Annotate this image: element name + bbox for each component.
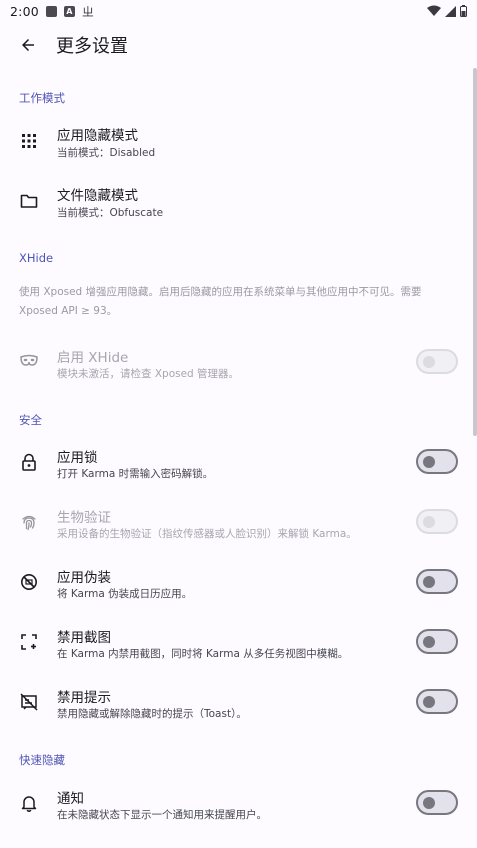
pref-title: 生物验证 bbox=[57, 510, 111, 526]
switch-thumb bbox=[423, 796, 435, 809]
pref-title: 启用 XHide bbox=[57, 350, 129, 366]
pref-file-hide-mode[interactable]: 文件隐藏模式 当前模式：Obfuscate bbox=[0, 170, 477, 230]
pref-disable-screenshot[interactable]: 禁用截图 在 Karma 内禁用截图，同时将 Karma 从多任务视图中模糊。 bbox=[0, 612, 477, 672]
pref-title: 禁用提示 bbox=[57, 690, 111, 706]
folder-icon bbox=[18, 190, 40, 212]
xhide-description: 使用 Xposed 增强应用隐藏。启用后隐藏的应用在系统菜单与其他应用中不可见。… bbox=[19, 286, 422, 317]
screenshot-icon bbox=[18, 631, 40, 653]
arrow-back-icon bbox=[22, 39, 34, 51]
biometric-switch[interactable] bbox=[416, 509, 458, 534]
battery-icon bbox=[460, 5, 467, 17]
pref-title: 应用伪装 bbox=[57, 570, 111, 586]
section-header-security: 安全 bbox=[19, 413, 42, 427]
switch-thumb bbox=[423, 575, 435, 588]
section-header-xhide: XHide bbox=[19, 251, 54, 265]
pref-title: 禁用截图 bbox=[57, 630, 111, 646]
switch-thumb bbox=[423, 455, 435, 468]
pref-summary: 当前模式：Disabled bbox=[57, 147, 156, 159]
status-bar: 2:00 A ㄓ bbox=[0, 0, 477, 22]
section-header-work-mode: 工作模式 bbox=[19, 91, 65, 105]
pref-title: 通知 bbox=[57, 791, 84, 807]
wifi-icon bbox=[427, 5, 441, 16]
fingerprint-icon bbox=[18, 511, 40, 533]
switch-thumb bbox=[423, 355, 435, 368]
switch-thumb bbox=[423, 515, 435, 528]
status-right bbox=[427, 5, 467, 17]
notification-a-icon: A bbox=[63, 5, 75, 17]
app-lock-switch[interactable] bbox=[416, 449, 458, 474]
pref-summary: 采用设备的生物验证（指纹传感器或人脸识别）来解锁 Karma。 bbox=[57, 528, 357, 540]
disguise-icon bbox=[18, 571, 40, 593]
pref-summary: 在 Karma 内禁用截图，同时将 Karma 从多任务视图中模糊。 bbox=[57, 648, 349, 660]
switch-thumb bbox=[423, 695, 435, 708]
pref-title: 应用锁 bbox=[57, 450, 98, 466]
signal-icon bbox=[445, 5, 456, 17]
section-header-quick-hide: 快速隐藏 bbox=[19, 753, 65, 767]
pref-app-lock[interactable]: 应用锁 打开 Karma 时需输入密码解锁。 bbox=[0, 432, 477, 492]
disguise-switch[interactable] bbox=[416, 569, 458, 594]
notification-switch[interactable] bbox=[416, 790, 458, 815]
pref-notification[interactable]: 通知 在未隐藏状态下显示一个通知用来提醒用户。 bbox=[0, 772, 477, 832]
xhide-switch[interactable] bbox=[416, 349, 458, 374]
toast-switch[interactable] bbox=[416, 689, 458, 714]
pref-app-hide-mode[interactable]: 应用隐藏模式 当前模式：Disabled bbox=[0, 110, 477, 170]
settings-list: 工作模式 应用隐藏模式 当前模式：Disabled 文件隐藏模式 当前模式：Ob… bbox=[0, 68, 477, 848]
pref-summary: 在未隐藏状态下显示一个通知用来提醒用户。 bbox=[57, 809, 267, 821]
status-left: 2:00 A ㄓ bbox=[10, 3, 94, 20]
toast-off-icon bbox=[18, 691, 40, 713]
pref-biometric[interactable]: 生物验证 采用设备的生物验证（指纹传感器或人脸识别）来解锁 Karma。 bbox=[0, 492, 477, 552]
pref-summary: 将 Karma 伪装成日历应用。 bbox=[57, 588, 193, 600]
pref-summary: 当前模式：Obfuscate bbox=[57, 207, 164, 219]
notification-glyph-icon: ㄓ bbox=[81, 4, 94, 19]
page-title: 更多设置 bbox=[56, 36, 128, 57]
pref-title: 应用隐藏模式 bbox=[57, 128, 138, 144]
back-button[interactable] bbox=[0, 22, 56, 68]
status-time: 2:00 bbox=[10, 3, 39, 19]
top-app-bar: 更多设置 bbox=[0, 22, 477, 68]
mask-icon bbox=[18, 350, 40, 372]
pref-disable-toast[interactable]: 禁用提示 禁用隐藏或解除隐藏时的提示（Toast）。 bbox=[0, 672, 477, 732]
apps-grid-icon bbox=[18, 130, 40, 152]
switch-thumb bbox=[423, 635, 435, 648]
pref-enable-xhide[interactable]: 启用 XHide 模块未激活，请检查 Xposed 管理器。 bbox=[0, 331, 477, 391]
notification-app-icon bbox=[45, 5, 57, 17]
pref-summary: 模块未激活，请检查 Xposed 管理器。 bbox=[57, 368, 240, 380]
pref-title: 文件隐藏模式 bbox=[57, 188, 138, 204]
pref-summary: 打开 Karma 时需输入密码解锁。 bbox=[57, 468, 214, 480]
lock-icon bbox=[18, 451, 40, 473]
pref-summary: 禁用隐藏或解除隐藏时的提示（Toast）。 bbox=[57, 708, 247, 720]
bell-icon bbox=[18, 792, 40, 814]
screenshot-switch[interactable] bbox=[416, 629, 458, 654]
pref-app-disguise[interactable]: 应用伪装 将 Karma 伪装成日历应用。 bbox=[0, 552, 477, 612]
